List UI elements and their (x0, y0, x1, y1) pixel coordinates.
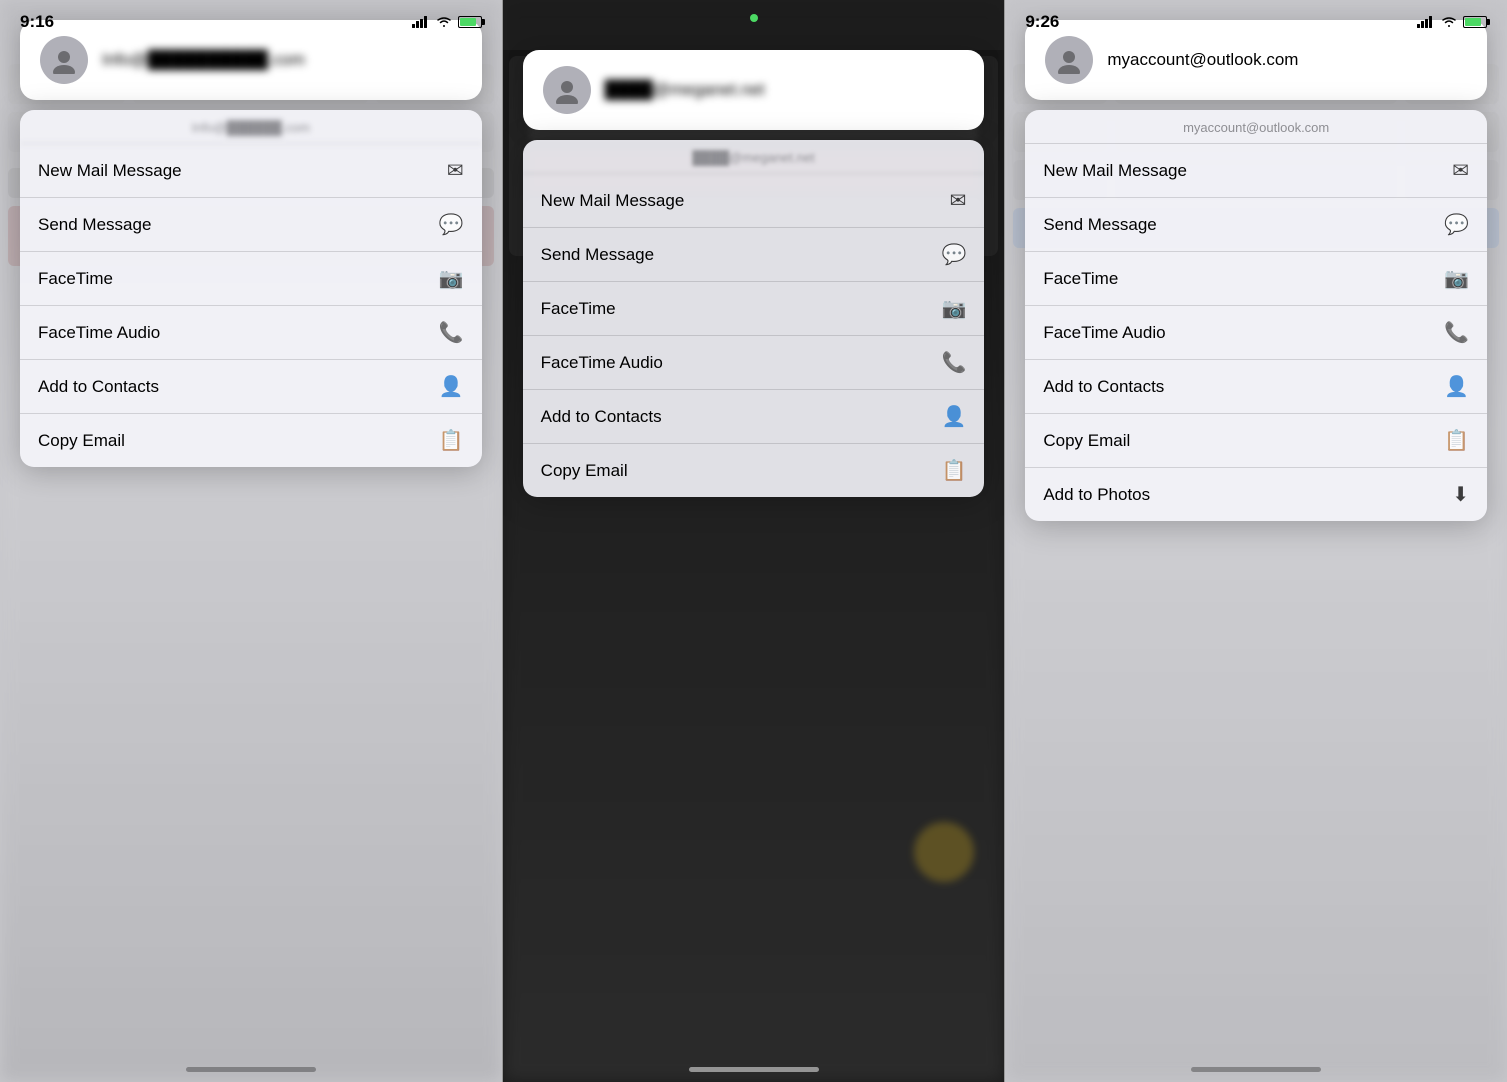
facetime-icon-3: 📷 (1444, 266, 1469, 291)
menu-item-label-add-contacts-3: Add to Contacts (1043, 377, 1164, 397)
menu-item-label-facetime-2: FaceTime (541, 299, 616, 319)
photos-icon-3: ⬇ (1452, 482, 1469, 507)
menu-item-label-send-1: Send Message (38, 215, 151, 235)
contacts-icon-2: 👤 (941, 404, 966, 429)
menu-item-label-facetime-1: FaceTime (38, 269, 113, 289)
phone-icon-2: 📞 (941, 350, 966, 375)
menu-item-new-mail-2[interactable]: New Mail Message ✉ (523, 174, 985, 228)
menu-item-label-new-mail-2: New Mail Message (541, 191, 685, 211)
menu-item-label-new-mail-1: New Mail Message (38, 161, 182, 181)
menu-item-label-add-photos-3: Add to Photos (1043, 485, 1150, 505)
menu-item-copy-email-2[interactable]: Copy Email 📋 (523, 444, 985, 497)
menu-item-label-new-mail-3: New Mail Message (1043, 161, 1187, 181)
copy-icon-3: 📋 (1444, 428, 1469, 453)
message-icon-1: 💬 (439, 212, 464, 237)
menu-item-label-facetime-3: FaceTime (1043, 269, 1118, 289)
avatar-1 (40, 36, 88, 84)
context-overlay-3: myaccount@outlook.com myaccount@outlook.… (1005, 0, 1507, 1082)
facetime-icon-1: 📷 (439, 266, 464, 291)
menu-item-label-copy-1: Copy Email (38, 431, 125, 451)
status-icons-3 (1417, 16, 1487, 28)
menu-item-new-mail-3[interactable]: New Mail Message ✉ (1025, 144, 1487, 198)
menu-item-label-copy-2: Copy Email (541, 461, 628, 481)
mail-icon-3: ✉ (1452, 158, 1469, 183)
avatar-2 (543, 66, 591, 114)
menu-item-send-msg-1[interactable]: Send Message 💬 (20, 198, 482, 252)
green-dot-2 (750, 14, 758, 22)
mail-icon-2: ✉ (950, 188, 967, 213)
home-indicator-3 (1191, 1067, 1321, 1072)
context-overlay-2: ████@meganet.net ████@meganet.net New Ma… (503, 30, 1005, 1082)
email-address-3: myaccount@outlook.com (1107, 50, 1467, 70)
status-time-3: 9:26 (1025, 12, 1059, 32)
copy-icon-1: 📋 (439, 428, 464, 453)
email-address-1: Info@██████████.com (102, 50, 462, 70)
status-icons-1 (412, 16, 482, 28)
copy-icon-2: 📋 (941, 458, 966, 483)
menu-item-send-msg-2[interactable]: Send Message 💬 (523, 228, 985, 282)
menu-item-facetime-1[interactable]: FaceTime 📷 (20, 252, 482, 306)
menu-header-3: myaccount@outlook.com (1025, 110, 1487, 144)
home-indicator-1 (186, 1067, 316, 1072)
menu-item-label-copy-3: Copy Email (1043, 431, 1130, 451)
context-menu-3: myaccount@outlook.com New Mail Message ✉… (1025, 110, 1487, 521)
menu-item-label-facetime-audio-2: FaceTime Audio (541, 353, 663, 373)
phone-icon-3: 📞 (1444, 320, 1469, 345)
phone-panel-1: 9:16 (0, 0, 502, 1082)
status-time-1: 9:16 (20, 12, 54, 32)
menu-header-2: ████@meganet.net (523, 140, 985, 174)
menu-item-label-add-contacts-1: Add to Contacts (38, 377, 159, 397)
avatar-3 (1045, 36, 1093, 84)
menu-item-label-facetime-audio-1: FaceTime Audio (38, 323, 160, 343)
menu-item-label-facetime-audio-3: FaceTime Audio (1043, 323, 1165, 343)
home-indicator-2 (689, 1067, 819, 1072)
menu-item-add-contacts-2[interactable]: Add to Contacts 👤 (523, 390, 985, 444)
context-overlay-1: Info@██████████.com Info@██████.com New … (0, 0, 502, 1082)
menu-item-facetime-audio-1[interactable]: FaceTime Audio 📞 (20, 306, 482, 360)
context-menu-1: Info@██████.com New Mail Message ✉ Send … (20, 110, 482, 467)
phone-panel-2: ████@meganet.net ████@meganet.net New Ma… (503, 0, 1005, 1082)
menu-item-new-mail-1[interactable]: New Mail Message ✉ (20, 144, 482, 198)
menu-item-facetime-3[interactable]: FaceTime 📷 (1025, 252, 1487, 306)
menu-item-facetime-2[interactable]: FaceTime 📷 (523, 282, 985, 336)
menu-item-label-send-2: Send Message (541, 245, 654, 265)
message-icon-3: 💬 (1444, 212, 1469, 237)
context-menu-2: ████@meganet.net New Mail Message ✉ Send… (523, 140, 985, 497)
mail-icon-1: ✉ (447, 158, 464, 183)
contacts-icon-3: 👤 (1444, 374, 1469, 399)
contacts-icon-1: 👤 (439, 374, 464, 399)
menu-item-send-msg-3[interactable]: Send Message 💬 (1025, 198, 1487, 252)
menu-item-label-send-3: Send Message (1043, 215, 1156, 235)
facetime-icon-2: 📷 (941, 296, 966, 321)
phone-panel-3: 9:26 (1005, 0, 1507, 1082)
email-header-card-2: ████@meganet.net (523, 50, 985, 130)
menu-header-1: Info@██████.com (20, 110, 482, 144)
menu-item-add-contacts-3[interactable]: Add to Contacts 👤 (1025, 360, 1487, 414)
menu-item-add-contacts-1[interactable]: Add to Contacts 👤 (20, 360, 482, 414)
phone-icon-1: 📞 (439, 320, 464, 345)
email-address-2: ████@meganet.net (605, 80, 965, 100)
menu-item-copy-email-1[interactable]: Copy Email 📋 (20, 414, 482, 467)
menu-item-facetime-audio-2[interactable]: FaceTime Audio 📞 (523, 336, 985, 390)
menu-item-copy-email-3[interactable]: Copy Email 📋 (1025, 414, 1487, 468)
menu-item-label-add-contacts-2: Add to Contacts (541, 407, 662, 427)
menu-item-add-photos-3[interactable]: Add to Photos ⬇ (1025, 468, 1487, 521)
message-icon-2: 💬 (941, 242, 966, 267)
menu-item-facetime-audio-3[interactable]: FaceTime Audio 📞 (1025, 306, 1487, 360)
